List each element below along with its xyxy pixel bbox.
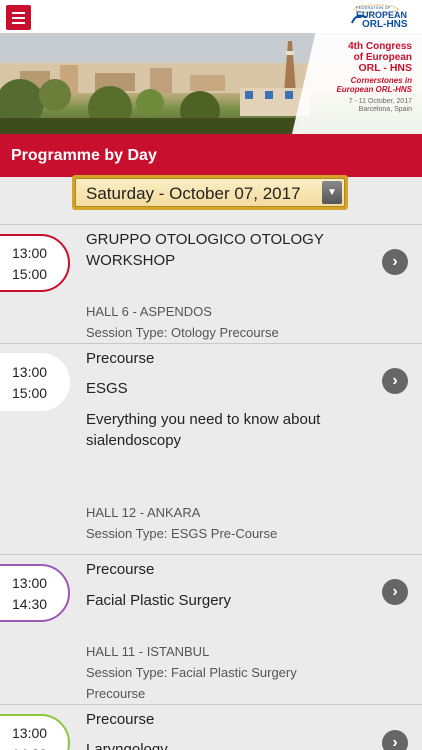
day-select-value: Saturday - October 07, 2017	[86, 184, 301, 203]
session-end-time: 15:00	[12, 266, 48, 282]
session-type: Precourse	[86, 686, 146, 701]
session-row[interactable]: 13:00 15:00 GRUPPO OTOLOGICO OTOLOGY WORKSH…	[0, 224, 422, 343]
session-end-time: 14:30	[12, 596, 48, 612]
top-bar: FEDERATION OF EUROPEAN ORL-HNS	[0, 0, 422, 33]
section-header: Programme by Day	[0, 134, 422, 177]
session-title-line: Everything you need to know about	[86, 411, 321, 428]
chevron-right-icon[interactable]: ›	[382, 368, 408, 394]
session-title-line: WORKSHOP	[86, 252, 176, 269]
session-title-line: Laryngology	[86, 741, 168, 750]
session-type: Session Type: ESGS Pre-Course	[86, 526, 278, 541]
session-title: Precourse	[86, 561, 155, 578]
session-start-time: 13:00	[12, 725, 48, 741]
page-title: Programme by Day	[11, 147, 157, 164]
session-row[interactable]: 13:00 14:30 Precourse Laryngology ›	[0, 704, 422, 750]
session-type: Session Type: Facial Plastic Surgery	[86, 665, 297, 680]
banner-location: Barcelona, Spain	[358, 106, 412, 113]
session-end-time: 15:00	[12, 385, 48, 401]
congress-banner: 4th Congress of European ORL - HNS Corne…	[0, 33, 422, 134]
hamburger-menu-icon[interactable]	[6, 5, 31, 30]
session-hall: HALL 12 - ANKARA	[86, 505, 201, 520]
session-time-badge: 13:00 15:00	[0, 234, 70, 292]
session-start-time: 13:00	[12, 245, 48, 261]
dropdown-arrow-icon[interactable]: ▼	[322, 181, 342, 204]
session-title-line: sialendoscopy	[86, 432, 182, 449]
session-title-line: ESGS	[86, 380, 128, 397]
session-row[interactable]: 13:00 15:00 Precourse ESGS Everything you ne…	[0, 343, 422, 554]
banner-line3: ORL - HNS	[358, 62, 412, 74]
efas-logo: FEDERATION OF EUROPEAN ORL-HNS	[346, 3, 410, 31]
session-time-badge: 13:00 14:30	[0, 714, 70, 750]
session-title: Precourse	[86, 711, 155, 728]
session-title-line: Facial Plastic Surgery	[86, 592, 232, 609]
session-row[interactable]: 13:00 14:30 Precourse Facial Plastic Surger…	[0, 554, 422, 704]
day-select-dropdown[interactable]: Saturday - October 07, 2017 ▼	[72, 175, 348, 210]
session-start-time: 13:00	[12, 364, 48, 380]
session-hall: HALL 6 - ASPENDOS	[86, 304, 212, 319]
session-time-badge: 13:00 14:30	[0, 564, 70, 622]
session-start-time: 13:00	[12, 575, 48, 591]
chevron-right-icon[interactable]: ›	[382, 249, 408, 275]
day-select-field[interactable]: Saturday - October 07, 2017 ▼	[75, 178, 345, 207]
logo-line2: ORL-HNS	[362, 19, 408, 30]
session-end-time: 14:30	[12, 746, 47, 750]
banner-line5: European ORL-HNS	[336, 85, 412, 94]
session-hall: HALL 11 - ISTANBUL	[86, 644, 210, 659]
chevron-right-icon[interactable]: ›	[382, 579, 408, 605]
session-title: Precourse	[86, 350, 155, 367]
chevron-right-icon[interactable]: ›	[382, 730, 408, 750]
session-title: GRUPPO OTOLOGICO OTOLOGY	[86, 231, 324, 248]
session-list: 13:00 15:00 GRUPPO OTOLOGICO OTOLOGY WORKSH…	[0, 224, 422, 750]
session-type: Session Type: Otology Precourse	[86, 325, 279, 340]
session-time-badge: 13:00 15:00	[0, 353, 70, 411]
banner-line4: Cornerstones in	[350, 76, 412, 85]
banner-dates: 7 - 11 October, 2017	[348, 98, 412, 105]
